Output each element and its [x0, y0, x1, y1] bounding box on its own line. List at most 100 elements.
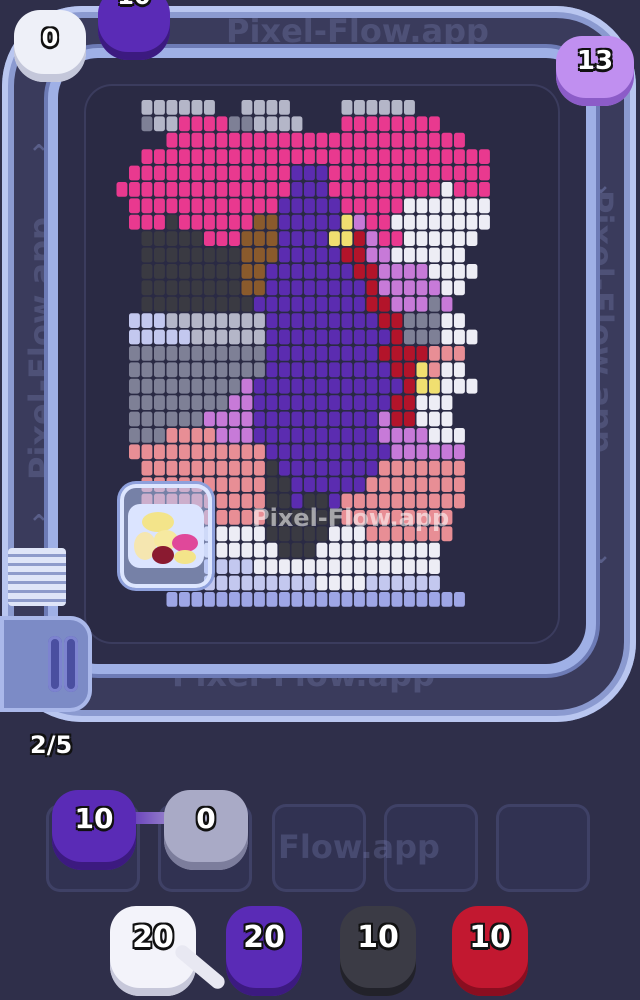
- pixel-block: [191, 264, 203, 279]
- pixel-block: [191, 198, 203, 214]
- pixel-block: [354, 182, 365, 197]
- pixel-block: [216, 182, 228, 197]
- pixel-block: [416, 592, 428, 607]
- pixel-block: [241, 182, 253, 197]
- pixel-block: [441, 329, 453, 345]
- pixel-block: [416, 378, 428, 394]
- slot-shooter-grey[interactable]: 0: [164, 790, 248, 870]
- pixel-block: [316, 411, 328, 427]
- pixel-block: [316, 346, 328, 361]
- conveyor-shooter-white[interactable]: 0: [14, 10, 86, 82]
- pixel-block: [241, 493, 253, 509]
- pixel-block: [291, 559, 303, 574]
- pixel-block: [216, 444, 228, 460]
- pixel-block: [229, 411, 240, 427]
- pixel-block: [404, 575, 415, 591]
- pixel-block: [129, 444, 140, 460]
- pixel-block: [254, 132, 265, 148]
- pixel-block: [166, 296, 178, 312]
- pixel-block: [429, 378, 440, 394]
- conveyor-shooter-lavender[interactable]: 13: [556, 36, 634, 106]
- pixel-block: [404, 329, 415, 345]
- pixel-block: [204, 329, 215, 345]
- pixel-block: [241, 510, 253, 525]
- pixel-block: [241, 346, 253, 361]
- pixel-block: [329, 460, 340, 476]
- pixel-block: [391, 329, 403, 345]
- pixel-block: [366, 100, 378, 115]
- pixel-block: [141, 280, 153, 296]
- pixel-block: [241, 149, 253, 164]
- pixel-block: [454, 198, 465, 214]
- queue-shooter-black[interactable]: 10: [340, 906, 416, 996]
- pixel-block: [216, 592, 228, 607]
- pixel-block: [391, 477, 403, 492]
- pixel-block: [216, 346, 228, 361]
- pixel-block: [179, 444, 190, 460]
- pixel-block: [391, 280, 403, 296]
- pixel-block: [254, 247, 265, 263]
- pixel-block: [241, 395, 253, 410]
- pixel-block: [429, 362, 440, 378]
- pixel-block: [191, 100, 203, 115]
- pixel-block: [266, 559, 278, 574]
- pixel-block: [254, 411, 265, 427]
- pixel-block: [379, 116, 390, 132]
- pixel-block: [329, 214, 340, 230]
- pixel-block: [366, 460, 378, 476]
- pixel-block: [379, 575, 390, 591]
- pixel-block: [191, 460, 203, 476]
- pixel-block: [179, 395, 190, 410]
- pixel-block: [366, 428, 378, 443]
- pixel-block: [266, 231, 278, 246]
- pixel-block: [166, 280, 178, 296]
- pixel-block: [291, 542, 303, 558]
- pixel-block: [166, 362, 178, 378]
- pixel-block: [204, 460, 215, 476]
- pixel-block: [141, 231, 153, 246]
- pixel-block: [354, 444, 365, 460]
- pixel-block: [129, 198, 140, 214]
- slot-5[interactable]: [496, 804, 590, 892]
- pixel-block: [366, 346, 378, 361]
- pixel-block: [316, 329, 328, 345]
- pixel-block: [241, 116, 253, 132]
- pixel-block: [416, 559, 428, 574]
- pixel-block: [266, 165, 278, 181]
- queue-shooter-red[interactable]: 10: [452, 906, 528, 996]
- pixel-block: [391, 362, 403, 378]
- pixel-block: [266, 198, 278, 214]
- pixel-block: [291, 165, 303, 181]
- pixel-block: [291, 346, 303, 361]
- pixel-block: [129, 346, 140, 361]
- pixel-block: [416, 296, 428, 312]
- pixel-block: [329, 280, 340, 296]
- pixel-block: [191, 132, 203, 148]
- pixel-block: [166, 247, 178, 263]
- pixel-block: [316, 231, 328, 246]
- slot-shooter-purple[interactable]: 10: [52, 790, 136, 870]
- watermark-top: Pixel-Flow.app: [226, 12, 489, 50]
- pixel-block: [366, 264, 378, 279]
- pixel-block: [341, 296, 353, 312]
- pixel-block: [441, 428, 453, 443]
- pixel-block: [141, 149, 153, 164]
- pixel-block: [354, 346, 365, 361]
- level-progress: 2/5: [30, 731, 73, 759]
- pixel-block: [291, 592, 303, 607]
- pixel-block: [216, 132, 228, 148]
- pixel-block: [379, 378, 390, 394]
- pixel-block: [191, 346, 203, 361]
- conveyor-shooter-purple[interactable]: 10: [98, 0, 170, 60]
- pixel-block: [204, 444, 215, 460]
- queue-shooter-purple[interactable]: 20: [226, 906, 302, 996]
- pixel-block: [141, 296, 153, 312]
- pixel-block: [379, 477, 390, 492]
- pixel-block: [204, 116, 215, 132]
- pixel-block: [404, 100, 415, 115]
- pixel-block: [204, 362, 215, 378]
- pixel-block: [166, 444, 178, 460]
- pixel-block: [204, 198, 215, 214]
- pixel-block: [279, 132, 290, 148]
- pixel-block: [279, 100, 290, 115]
